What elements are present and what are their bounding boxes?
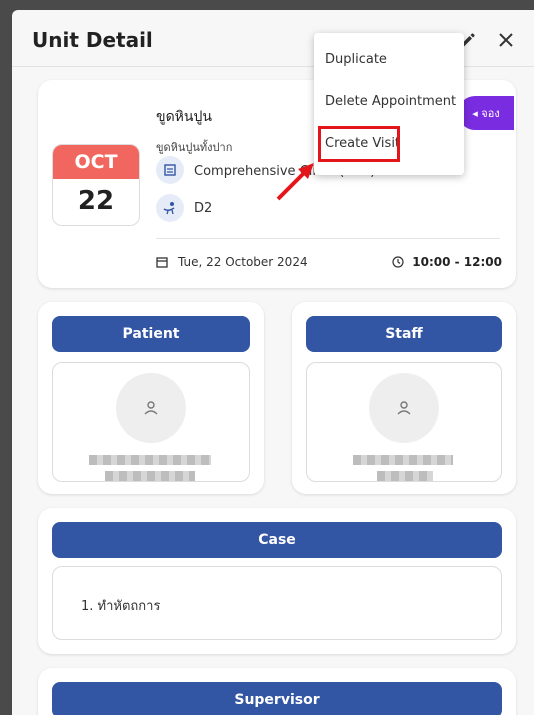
supervisor-heading: Supervisor <box>52 682 502 715</box>
supervisor-card: Supervisor <box>38 668 516 715</box>
case-heading: Case <box>52 522 502 558</box>
page-title: Unit Detail <box>32 28 153 52</box>
appointment-subtitle: ขูดหินปูนทั้งปาก <box>156 141 233 154</box>
staff-name-redacted <box>353 455 453 465</box>
clock-icon <box>392 256 404 268</box>
case-box: 1. ทำหัตถการ <box>52 566 502 640</box>
chair-label: D2 <box>194 200 213 216</box>
unit-detail-panel: Unit Detail OCT 22 ขูดหินปูน ขูดหินปูนทั… <box>12 10 534 715</box>
staff-heading: Staff <box>306 316 502 352</box>
close-icon <box>499 33 513 47</box>
book-button[interactable]: ◂ จอง <box>458 96 514 130</box>
appointment-date-text: Tue, 22 October 2024 <box>178 255 308 269</box>
building-icon <box>156 156 184 184</box>
menu-item-create-visit[interactable]: Create Visit <box>314 126 464 162</box>
patient-name-redacted <box>89 455 211 465</box>
person-icon <box>397 401 411 415</box>
patient-card: Patient <box>38 302 264 494</box>
appointment-time-text: 10:00 - 12:00 <box>412 255 502 269</box>
close-button[interactable] <box>496 30 516 50</box>
date-month: OCT <box>53 145 139 179</box>
patient-box[interactable] <box>52 362 250 482</box>
avatar <box>369 373 439 443</box>
patient-id-redacted <box>105 471 195 481</box>
actions-menu: Duplicate Delete Appointment Create Visi… <box>314 33 464 175</box>
appointment-date: Tue, 22 October 2024 <box>156 255 308 269</box>
menu-item-duplicate[interactable]: Duplicate <box>314 42 464 78</box>
date-badge: OCT 22 <box>52 144 140 226</box>
chair-row: D2 <box>156 194 212 222</box>
avatar <box>116 373 186 443</box>
staff-id-redacted <box>377 471 433 481</box>
calendar-icon <box>156 257 168 268</box>
appointment-time: 10:00 - 12:00 <box>392 255 502 269</box>
staff-card: Staff <box>292 302 516 494</box>
case-card: Case 1. ทำหัตถการ <box>38 508 516 654</box>
annotation-arrow <box>276 163 314 201</box>
date-day: 22 <box>77 186 115 216</box>
case-item: 1. ทำหัตถการ <box>81 599 161 614</box>
staff-box[interactable] <box>306 362 502 482</box>
divider <box>156 238 500 239</box>
patient-heading: Patient <box>52 316 250 352</box>
appointment-title: ขูดหินปูน <box>156 109 212 125</box>
menu-item-delete-appointment[interactable]: Delete Appointment <box>314 84 464 120</box>
dental-chair-icon <box>156 194 184 222</box>
person-icon <box>144 401 158 415</box>
